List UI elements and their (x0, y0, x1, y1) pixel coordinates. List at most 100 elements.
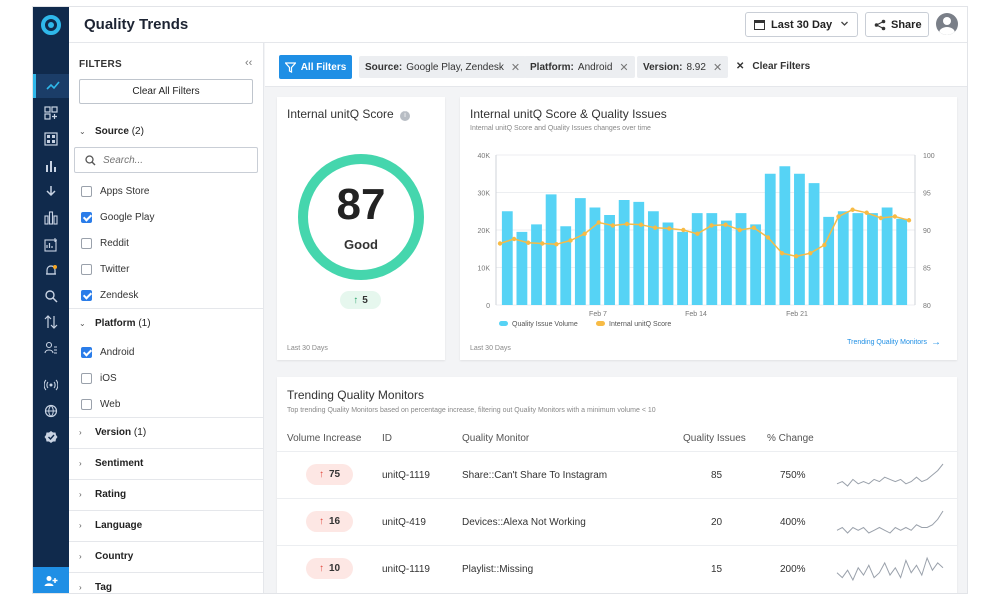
bar (618, 200, 630, 305)
filter-chip[interactable]: Version: 8.92 ✕ (637, 56, 729, 78)
filter-section-sentiment[interactable]: › Sentiment (79, 458, 143, 469)
checkbox[interactable] (81, 399, 92, 410)
unitq-logo[interactable] (41, 15, 61, 35)
divider (69, 541, 263, 542)
collapse-panel-icon[interactable]: ‹‹ (245, 57, 252, 69)
filter-section-platform[interactable]: ⌄ Platform (1) (79, 318, 151, 329)
table-row[interactable]: ↑ 10 unitQ-1119 Playlist::Missing 15 200% (277, 545, 957, 591)
column-header[interactable]: ID (382, 433, 392, 444)
info-icon[interactable]: i (400, 111, 411, 121)
clear-all-filters-button[interactable]: Clear All Filters (79, 79, 253, 104)
close-icon[interactable]: ✕ (619, 61, 628, 74)
monitor-name[interactable]: Share::Can't Share To Instagram (462, 470, 607, 481)
column-header[interactable]: Quality Issues (683, 433, 746, 444)
issue-count: 15 (711, 564, 723, 575)
filter-option[interactable]: Apps Store (81, 186, 149, 197)
grid-add-icon (44, 106, 58, 120)
rail-item-badge-check[interactable] (33, 425, 69, 449)
filter-chip[interactable]: Platform: Android ✕ (524, 56, 635, 78)
filter-section-country[interactable]: › Country (79, 551, 133, 562)
monitor-name[interactable]: Devices::Alexa Not Working (462, 517, 586, 528)
filter-option[interactable]: Zendesk (81, 290, 138, 301)
monitor-id: unitQ-1119 (382, 470, 430, 481)
filter-option[interactable]: Android (81, 347, 134, 358)
rail-item-bar-chart[interactable] (33, 154, 69, 178)
bar (677, 231, 688, 305)
checkbox[interactable] (81, 212, 92, 223)
filter-option[interactable]: Web (81, 399, 120, 410)
checkbox[interactable] (81, 373, 92, 384)
rail-item-bell[interactable] (33, 259, 69, 283)
close-icon[interactable]: ✕ (511, 61, 520, 74)
source-search-box[interactable] (74, 147, 258, 173)
rail-item-download[interactable] (33, 180, 69, 204)
checkbox[interactable] (81, 238, 92, 249)
section-label: Country (95, 551, 134, 562)
issue-count: 20 (711, 517, 723, 528)
rail-item-sort[interactable] (33, 310, 69, 334)
arrow-up-icon: ↑ (353, 294, 359, 306)
y-left-tick-label: 20K (478, 228, 491, 235)
table-row[interactable]: ↑ 75 unitQ-1119 Share::Can't Share To Insta… (277, 451, 957, 497)
rail-item-broadcast[interactable] (33, 373, 69, 397)
score-point (596, 220, 601, 225)
filter-option[interactable]: Reddit (81, 238, 129, 249)
monitor-name[interactable]: Playlist::Missing (462, 564, 533, 575)
close-icon[interactable]: ✕ (713, 61, 722, 74)
y-right-tick-label: 80 (923, 303, 931, 310)
link-label: Trending Quality Monitors (847, 339, 927, 346)
percent-change: 200% (780, 564, 806, 575)
source-search-input[interactable] (103, 154, 243, 166)
volume-increase-badge: ↑ 10 (306, 558, 353, 579)
all-filters-button[interactable]: All Filters (279, 55, 352, 79)
column-header[interactable]: % Change (767, 433, 814, 444)
score-card-title: Internal unitQ Score i (287, 107, 411, 121)
filter-option[interactable]: Google Play (81, 212, 154, 223)
column-header[interactable]: Quality Monitor (462, 433, 529, 444)
table-row[interactable]: ↑ 16 unitQ-419 Devices::Alexa Not Working 20… (277, 498, 957, 544)
filter-option[interactable]: Twitter (81, 264, 129, 275)
user-avatar[interactable] (936, 13, 958, 35)
score-point (540, 241, 545, 246)
date-range-dropdown[interactable]: Last 30 Day (745, 12, 858, 37)
users-icon (44, 341, 57, 354)
sparkline-path (836, 463, 944, 487)
option-label: iOS (100, 373, 117, 384)
checkbox[interactable] (81, 347, 92, 358)
filter-section-language[interactable]: › Language (79, 520, 142, 531)
filter-section-version[interactable]: › Version (1) (79, 427, 146, 438)
bar (735, 213, 747, 305)
divider (69, 572, 263, 573)
filter-section-source[interactable]: ⌄ Source (2) (79, 126, 144, 137)
chart-card-subtitle: Internal unitQ Score and Quality Issues … (470, 125, 651, 132)
filter-chip[interactable]: Source: Google Play, Zendesk ✕ (359, 56, 527, 78)
checkbox[interactable] (81, 186, 92, 197)
rail-item-users[interactable] (33, 336, 69, 360)
add-user-button[interactable] (33, 567, 69, 593)
clear-filters-button[interactable]: ✕ Clear Filters (736, 61, 810, 72)
rail-item-trend[interactable] (33, 74, 69, 98)
score-point (624, 221, 630, 227)
filter-section-tag[interactable]: › Tag (79, 582, 112, 593)
filter-option[interactable]: iOS (81, 373, 117, 384)
rail-item-chart-add[interactable] (33, 233, 69, 257)
rail-item-apps[interactable] (33, 127, 69, 151)
score-point (850, 207, 855, 212)
checkbox[interactable] (81, 290, 92, 301)
filter-section-rating[interactable]: › Rating (79, 489, 126, 500)
share-button[interactable]: Share (865, 12, 929, 37)
monitor-id: unitQ-1119 (382, 564, 430, 575)
checkbox[interactable] (81, 264, 92, 275)
rail-item-grid-add[interactable] (33, 101, 69, 125)
rail-item-columns[interactable] (33, 206, 69, 230)
arrow-right-icon: → (931, 337, 941, 348)
trending-monitors-link[interactable]: Trending Quality Monitors → (847, 337, 941, 348)
section-label: Version (95, 427, 132, 438)
rail-item-search[interactable] (33, 284, 69, 308)
section-label: Platform (95, 318, 136, 329)
option-label: Google Play (100, 212, 155, 223)
rail-item-globe[interactable] (33, 399, 69, 423)
column-header[interactable]: Volume Increase (287, 433, 362, 444)
chevron-right-icon: › (79, 583, 82, 592)
option-label: Zendesk (100, 290, 139, 301)
